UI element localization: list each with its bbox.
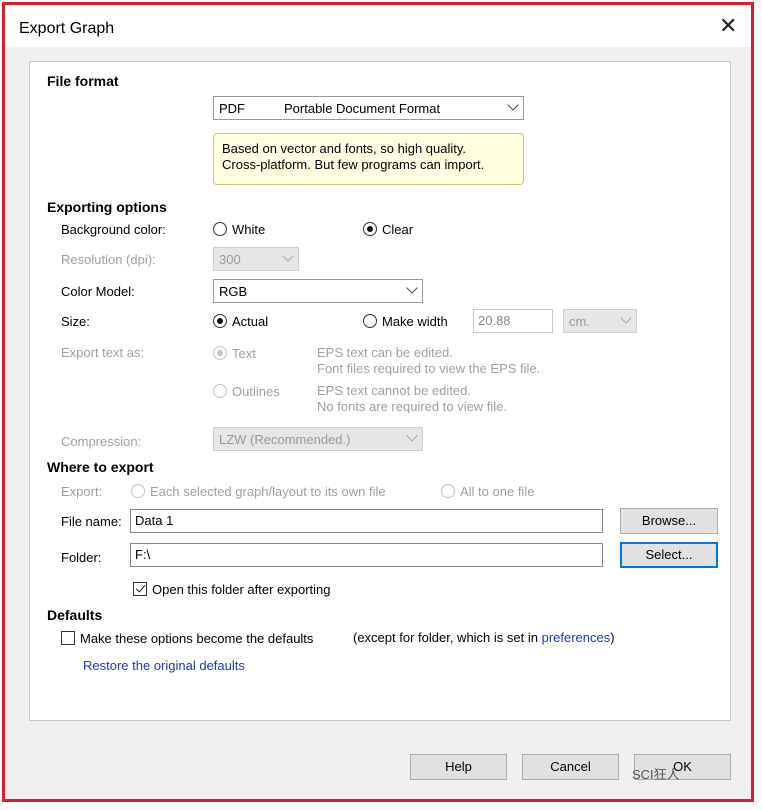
compression-value: LZW (Recommended.) bbox=[219, 432, 351, 447]
title-bar: Export Graph ✕ bbox=[5, 5, 751, 47]
outlines-desc-2: No fonts are required to view file. bbox=[317, 399, 508, 414]
except-prefix: (except for folder, which is set in bbox=[353, 630, 542, 645]
unit-select[interactable]: cm. bbox=[563, 309, 637, 333]
text-desc-2: Font files required to view the EPS file… bbox=[317, 361, 541, 376]
outlines-radio[interactable] bbox=[213, 384, 227, 398]
all-one-file-label: All to one file bbox=[460, 484, 535, 499]
help-button[interactable]: Help bbox=[410, 754, 507, 780]
format-tooltip: Based on vector and fonts, so high quali… bbox=[213, 133, 524, 185]
chevron-down-icon bbox=[620, 312, 632, 324]
unit-value: cm. bbox=[569, 314, 590, 329]
file-format-heading: File format bbox=[47, 73, 119, 89]
format-code: PDF bbox=[219, 101, 245, 116]
preferences-link[interactable]: preferences bbox=[542, 630, 611, 645]
except-suffix: ) bbox=[610, 630, 615, 645]
format-name: Portable Document Format bbox=[284, 101, 441, 116]
each-file-label: Each selected graph/layout to its own fi… bbox=[150, 484, 386, 499]
chevron-down-icon bbox=[282, 250, 294, 262]
file-name-input[interactable]: Data 1 bbox=[130, 509, 603, 533]
file-format-select[interactable]: PDF Portable Document Format bbox=[213, 96, 524, 120]
file-name-label: File name: bbox=[61, 514, 122, 529]
folder-value: F:\ bbox=[135, 547, 151, 562]
bg-clear-label: Clear bbox=[382, 222, 414, 237]
text-radio[interactable] bbox=[213, 346, 227, 360]
open-folder-label: Open this folder after exporting bbox=[152, 582, 331, 597]
all-one-file-radio[interactable] bbox=[441, 484, 455, 498]
make-defaults-label: Make these options become the defaults bbox=[80, 631, 314, 646]
chevron-down-icon bbox=[406, 282, 418, 294]
size-make-width-radio[interactable] bbox=[363, 314, 377, 328]
color-model-label: Color Model: bbox=[61, 284, 135, 299]
size-actual-radio[interactable] bbox=[213, 314, 227, 328]
width-value: 20.88 bbox=[478, 313, 511, 328]
tip-line-2: Cross-platform. But few programs can imp… bbox=[222, 157, 485, 172]
folder-label: Folder: bbox=[61, 550, 102, 565]
chevron-down-icon bbox=[507, 99, 519, 111]
bg-white-label: White bbox=[232, 222, 266, 237]
defaults-heading: Defaults bbox=[47, 607, 103, 623]
exporting-options-heading: Exporting options bbox=[47, 199, 167, 215]
resolution-value: 300 bbox=[219, 252, 241, 267]
cancel-button[interactable]: Cancel bbox=[522, 754, 619, 780]
outlines-option-label: Outlines bbox=[232, 384, 280, 399]
background-color-label: Background color: bbox=[61, 222, 166, 237]
color-model-value: RGB bbox=[219, 284, 248, 299]
export-label: Export: bbox=[61, 484, 103, 499]
text-desc-1: EPS text can be edited. bbox=[317, 345, 453, 360]
where-to-export-heading: Where to export bbox=[47, 459, 154, 475]
text-option-label: Text bbox=[232, 346, 256, 361]
color-model-select[interactable]: RGB bbox=[213, 279, 423, 303]
file-name-value: Data 1 bbox=[135, 513, 174, 528]
size-make-width-label: Make width bbox=[382, 314, 448, 329]
folder-input[interactable]: F:\ bbox=[130, 543, 603, 567]
bg-white-radio[interactable] bbox=[213, 222, 227, 236]
watermark: SCI狂人 bbox=[632, 767, 680, 782]
chevron-down-icon bbox=[406, 430, 418, 442]
export-text-label: Export text as: bbox=[61, 345, 145, 360]
compression-select[interactable]: LZW (Recommended.) bbox=[213, 427, 423, 451]
size-label: Size: bbox=[61, 314, 90, 329]
size-actual-label: Actual bbox=[232, 314, 269, 329]
compression-label: Compression: bbox=[61, 434, 142, 449]
select-folder-button[interactable]: Select... bbox=[620, 542, 718, 568]
browse-button[interactable]: Browse... bbox=[620, 508, 718, 534]
resolution-label: Resolution (dpi): bbox=[61, 252, 156, 267]
close-icon[interactable]: ✕ bbox=[719, 15, 737, 37]
bg-clear-radio[interactable] bbox=[363, 222, 377, 236]
width-input[interactable]: 20.88 bbox=[473, 309, 553, 333]
except-note: (except for folder, which is set in pref… bbox=[353, 630, 615, 645]
resolution-select[interactable]: 300 bbox=[213, 247, 299, 271]
open-folder-checkbox[interactable] bbox=[133, 582, 147, 596]
make-defaults-checkbox[interactable] bbox=[61, 631, 75, 645]
tip-line-1: Based on vector and fonts, so high quali… bbox=[222, 141, 467, 156]
outlines-desc-1: EPS text cannot be edited. bbox=[317, 383, 471, 398]
restore-defaults-link[interactable]: Restore the original defaults bbox=[83, 658, 245, 673]
window-title: Export Graph bbox=[19, 20, 115, 37]
each-file-radio[interactable] bbox=[131, 484, 145, 498]
